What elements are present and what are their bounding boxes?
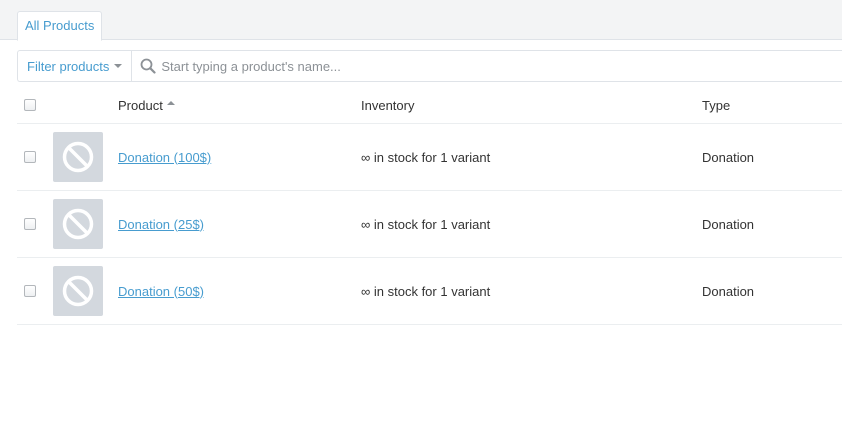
product-thumbnail[interactable] [53, 199, 103, 249]
row-checkbox[interactable] [24, 151, 36, 163]
no-image-icon [62, 208, 94, 240]
product-link[interactable]: Donation (25$) [118, 217, 204, 232]
search-input[interactable] [161, 58, 762, 74]
inventory-text: ∞ in stock for 1 variant [361, 216, 491, 232]
tab-all-products[interactable]: All Products [17, 11, 103, 41]
product-thumbnail[interactable] [53, 132, 103, 182]
product-cell: Donation (100$) [118, 124, 211, 190]
column-header-product-label: Product [118, 97, 163, 113]
thumbnail-cell [53, 191, 103, 257]
select-all-cell [24, 87, 36, 123]
column-header-inventory: Inventory [361, 87, 414, 123]
thumbnail-cell [53, 258, 103, 324]
type-cell: Donation [702, 258, 754, 324]
inventory-cell: ∞ in stock for 1 variant [361, 258, 490, 324]
filter-products-label: Filter products [27, 58, 110, 74]
inventory-text: ∞ in stock for 1 variant [361, 149, 491, 165]
inventory-cell: ∞ in stock for 1 variant [361, 124, 490, 190]
search-icon [140, 58, 156, 74]
select-all-checkbox[interactable] [24, 99, 36, 111]
row-checkbox[interactable] [24, 285, 36, 297]
caret-down-icon [114, 64, 123, 68]
product-thumbnail[interactable] [53, 266, 103, 316]
products-table: Product Inventory Type Donation (100$) ∞… [17, 87, 842, 325]
inventory-text: ∞ in stock for 1 variant [361, 283, 491, 299]
table-row: Donation (100$) ∞ in stock for 1 variant… [17, 124, 842, 191]
sort-ascending-icon [166, 101, 175, 105]
column-header-inventory-label: Inventory [361, 97, 415, 113]
inventory-cell: ∞ in stock for 1 variant [361, 191, 490, 257]
type-cell: Donation [702, 191, 754, 257]
product-link[interactable]: Donation (50$) [118, 284, 204, 299]
type-cell: Donation [702, 124, 754, 190]
row-select-cell [24, 191, 36, 257]
tab-bar: All Products [0, 0, 842, 41]
product-link[interactable]: Donation (100$) [118, 150, 211, 165]
filter-products-button[interactable]: Filter products [18, 51, 133, 81]
column-header-type-label: Type [702, 97, 731, 113]
type-text: Donation [702, 149, 755, 165]
type-text: Donation [702, 216, 755, 232]
table-row: Donation (25$) ∞ in stock for 1 variant … [17, 191, 842, 258]
row-checkbox[interactable] [24, 218, 36, 230]
no-image-icon [62, 275, 94, 307]
column-header-type: Type [702, 87, 730, 123]
search-box [132, 51, 842, 81]
row-select-cell [24, 124, 36, 190]
no-image-icon [62, 141, 94, 173]
column-header-product[interactable]: Product [118, 87, 175, 123]
table-row: Donation (50$) ∞ in stock for 1 variant … [17, 258, 842, 325]
product-cell: Donation (25$) [118, 191, 204, 257]
filter-bar: Filter products [17, 50, 842, 82]
type-text: Donation [702, 283, 755, 299]
table-header: Product Inventory Type [17, 87, 842, 124]
thumbnail-cell [53, 124, 103, 190]
row-select-cell [24, 258, 36, 324]
product-cell: Donation (50$) [118, 258, 204, 324]
